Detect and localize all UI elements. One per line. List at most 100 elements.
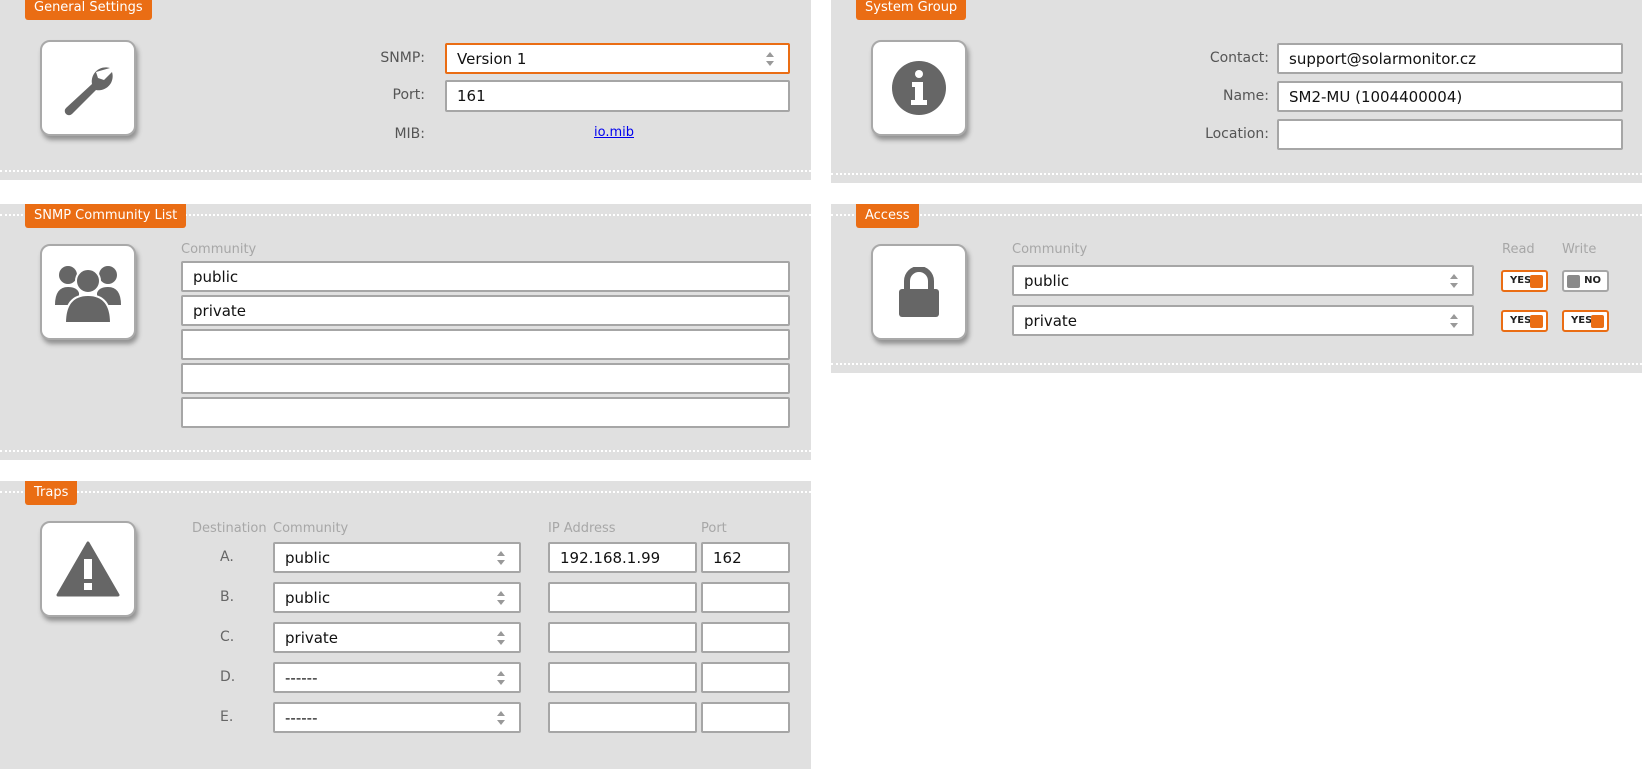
select-arrows-icon bbox=[1450, 313, 1458, 328]
toggle-knob bbox=[1591, 315, 1604, 328]
community-list-panel: SNMP Community List Community public pri… bbox=[0, 204, 811, 460]
write-toggle-2[interactable]: YES bbox=[1562, 310, 1609, 332]
community-input-3[interactable] bbox=[181, 329, 790, 360]
trap-community-select-c[interactable]: private bbox=[273, 622, 521, 653]
trap-ip-input-b[interactable] bbox=[548, 582, 697, 613]
contact-value: support@solarmonitor.cz bbox=[1289, 49, 1477, 68]
trap-ip-input-e[interactable] bbox=[548, 702, 697, 733]
trap-port-input-b[interactable] bbox=[701, 582, 790, 613]
toggle-text: YES bbox=[1510, 315, 1532, 326]
panel-divider bbox=[831, 173, 1642, 175]
community-input-2[interactable]: private bbox=[181, 295, 790, 326]
select-arrows-icon bbox=[497, 550, 505, 565]
trap-community-select-d[interactable]: ------ bbox=[273, 662, 521, 693]
trap-ip-input-c[interactable] bbox=[548, 622, 697, 653]
port-value: 161 bbox=[457, 87, 486, 105]
community-value: public bbox=[193, 267, 239, 286]
trap-community-select-b[interactable]: public bbox=[273, 582, 521, 613]
read-toggle-1[interactable]: YES bbox=[1501, 270, 1548, 292]
snmp-version-value: Version 1 bbox=[457, 49, 527, 68]
toggle-text: NO bbox=[1584, 275, 1601, 286]
panel-title: Traps bbox=[25, 481, 78, 505]
trap-community-select-e[interactable]: ------ bbox=[273, 702, 521, 733]
traps-panel: Traps Destination Community IP Address P… bbox=[0, 481, 811, 769]
port-input[interactable]: 161 bbox=[445, 80, 790, 112]
name-label: Name: bbox=[1222, 88, 1269, 104]
select-arrows-icon bbox=[1450, 273, 1458, 288]
trap-ip-input-a[interactable]: 192.168.1.99 bbox=[548, 542, 697, 573]
toggle-knob bbox=[1530, 315, 1543, 328]
mib-download-link[interactable]: io.mib bbox=[594, 125, 634, 140]
trap-dest-label: D. bbox=[220, 669, 236, 685]
lock-icon bbox=[899, 267, 939, 317]
access-community-value: private bbox=[1024, 311, 1078, 330]
trap-community-value: public bbox=[285, 548, 331, 567]
trap-port-input-e[interactable] bbox=[701, 702, 790, 733]
info-icon bbox=[892, 61, 946, 115]
panel-divider-top bbox=[831, 214, 1642, 216]
access-icon-box bbox=[871, 244, 967, 340]
traps-ip-header: IP Address bbox=[548, 521, 616, 536]
select-arrows-icon bbox=[497, 630, 505, 645]
trap-community-value: private bbox=[285, 628, 339, 647]
panel-title: System Group bbox=[856, 0, 967, 20]
general-settings-panel: General Settings SNMP: Version 1 Port: 1… bbox=[0, 0, 811, 180]
select-arrows-icon bbox=[766, 51, 774, 66]
trap-community-value: public bbox=[285, 588, 331, 607]
community-input-4[interactable] bbox=[181, 363, 790, 394]
toggle-knob bbox=[1567, 275, 1580, 288]
trap-community-select-a[interactable]: public bbox=[273, 542, 521, 573]
access-write-header: Write bbox=[1562, 242, 1597, 257]
traps-port-header: Port bbox=[701, 521, 727, 536]
warning-icon bbox=[56, 541, 120, 597]
access-panel: Access Community Read Write public YES N… bbox=[831, 204, 1642, 373]
access-community-select-1[interactable]: public bbox=[1012, 265, 1474, 296]
trap-port-input-a[interactable]: 162 bbox=[701, 542, 790, 573]
trap-port-input-d[interactable] bbox=[701, 662, 790, 693]
port-label: Port: bbox=[392, 87, 425, 103]
trap-ip-value: 192.168.1.99 bbox=[560, 548, 661, 567]
wrench-icon bbox=[64, 67, 113, 116]
community-input-5[interactable] bbox=[181, 397, 790, 428]
users-icon bbox=[55, 266, 121, 323]
community-value: private bbox=[193, 301, 247, 320]
trap-community-value: ------ bbox=[285, 668, 318, 687]
panel-divider-top bbox=[0, 491, 811, 493]
traps-destination-header: Destination bbox=[192, 521, 267, 536]
contact-label: Contact: bbox=[1209, 50, 1269, 66]
panel-title: Access bbox=[856, 204, 919, 228]
community-header: Community bbox=[181, 242, 257, 257]
trap-dest-label: A. bbox=[220, 549, 234, 565]
name-input[interactable]: SM2-MU (1004400004) bbox=[1277, 81, 1623, 112]
toggle-text: YES bbox=[1571, 315, 1593, 326]
location-label: Location: bbox=[1205, 126, 1269, 142]
community-input-1[interactable]: public bbox=[181, 261, 790, 292]
panel-title: SNMP Community List bbox=[25, 204, 187, 228]
contact-input[interactable]: support@solarmonitor.cz bbox=[1277, 43, 1623, 74]
trap-ip-input-d[interactable] bbox=[548, 662, 697, 693]
panel-divider bbox=[831, 363, 1642, 365]
trap-dest-label: E. bbox=[220, 709, 234, 725]
traps-icon-box bbox=[40, 521, 136, 617]
location-input[interactable] bbox=[1277, 119, 1623, 150]
trap-port-value: 162 bbox=[713, 548, 742, 567]
panel-title: General Settings bbox=[25, 0, 152, 20]
access-community-header: Community bbox=[1012, 242, 1088, 257]
mib-label: MIB: bbox=[394, 126, 425, 142]
trap-dest-label: C. bbox=[220, 629, 235, 645]
system-group-panel: System Group Contact: support@solarmonit… bbox=[831, 0, 1642, 183]
snmp-label: SNMP: bbox=[380, 50, 425, 66]
access-community-select-2[interactable]: private bbox=[1012, 305, 1474, 336]
write-toggle-1[interactable]: NO bbox=[1562, 270, 1609, 292]
trap-dest-label: B. bbox=[220, 589, 235, 605]
snmp-version-select[interactable]: Version 1 bbox=[445, 43, 790, 74]
panel-divider bbox=[0, 170, 811, 172]
name-value: SM2-MU (1004400004) bbox=[1289, 87, 1463, 106]
access-community-value: public bbox=[1024, 271, 1070, 290]
read-toggle-2[interactable]: YES bbox=[1501, 310, 1548, 332]
toggle-text: YES bbox=[1510, 275, 1532, 286]
trap-port-input-c[interactable] bbox=[701, 622, 790, 653]
general-icon-box bbox=[40, 40, 136, 136]
trap-community-value: ------ bbox=[285, 708, 318, 727]
system-icon-box bbox=[871, 40, 967, 136]
